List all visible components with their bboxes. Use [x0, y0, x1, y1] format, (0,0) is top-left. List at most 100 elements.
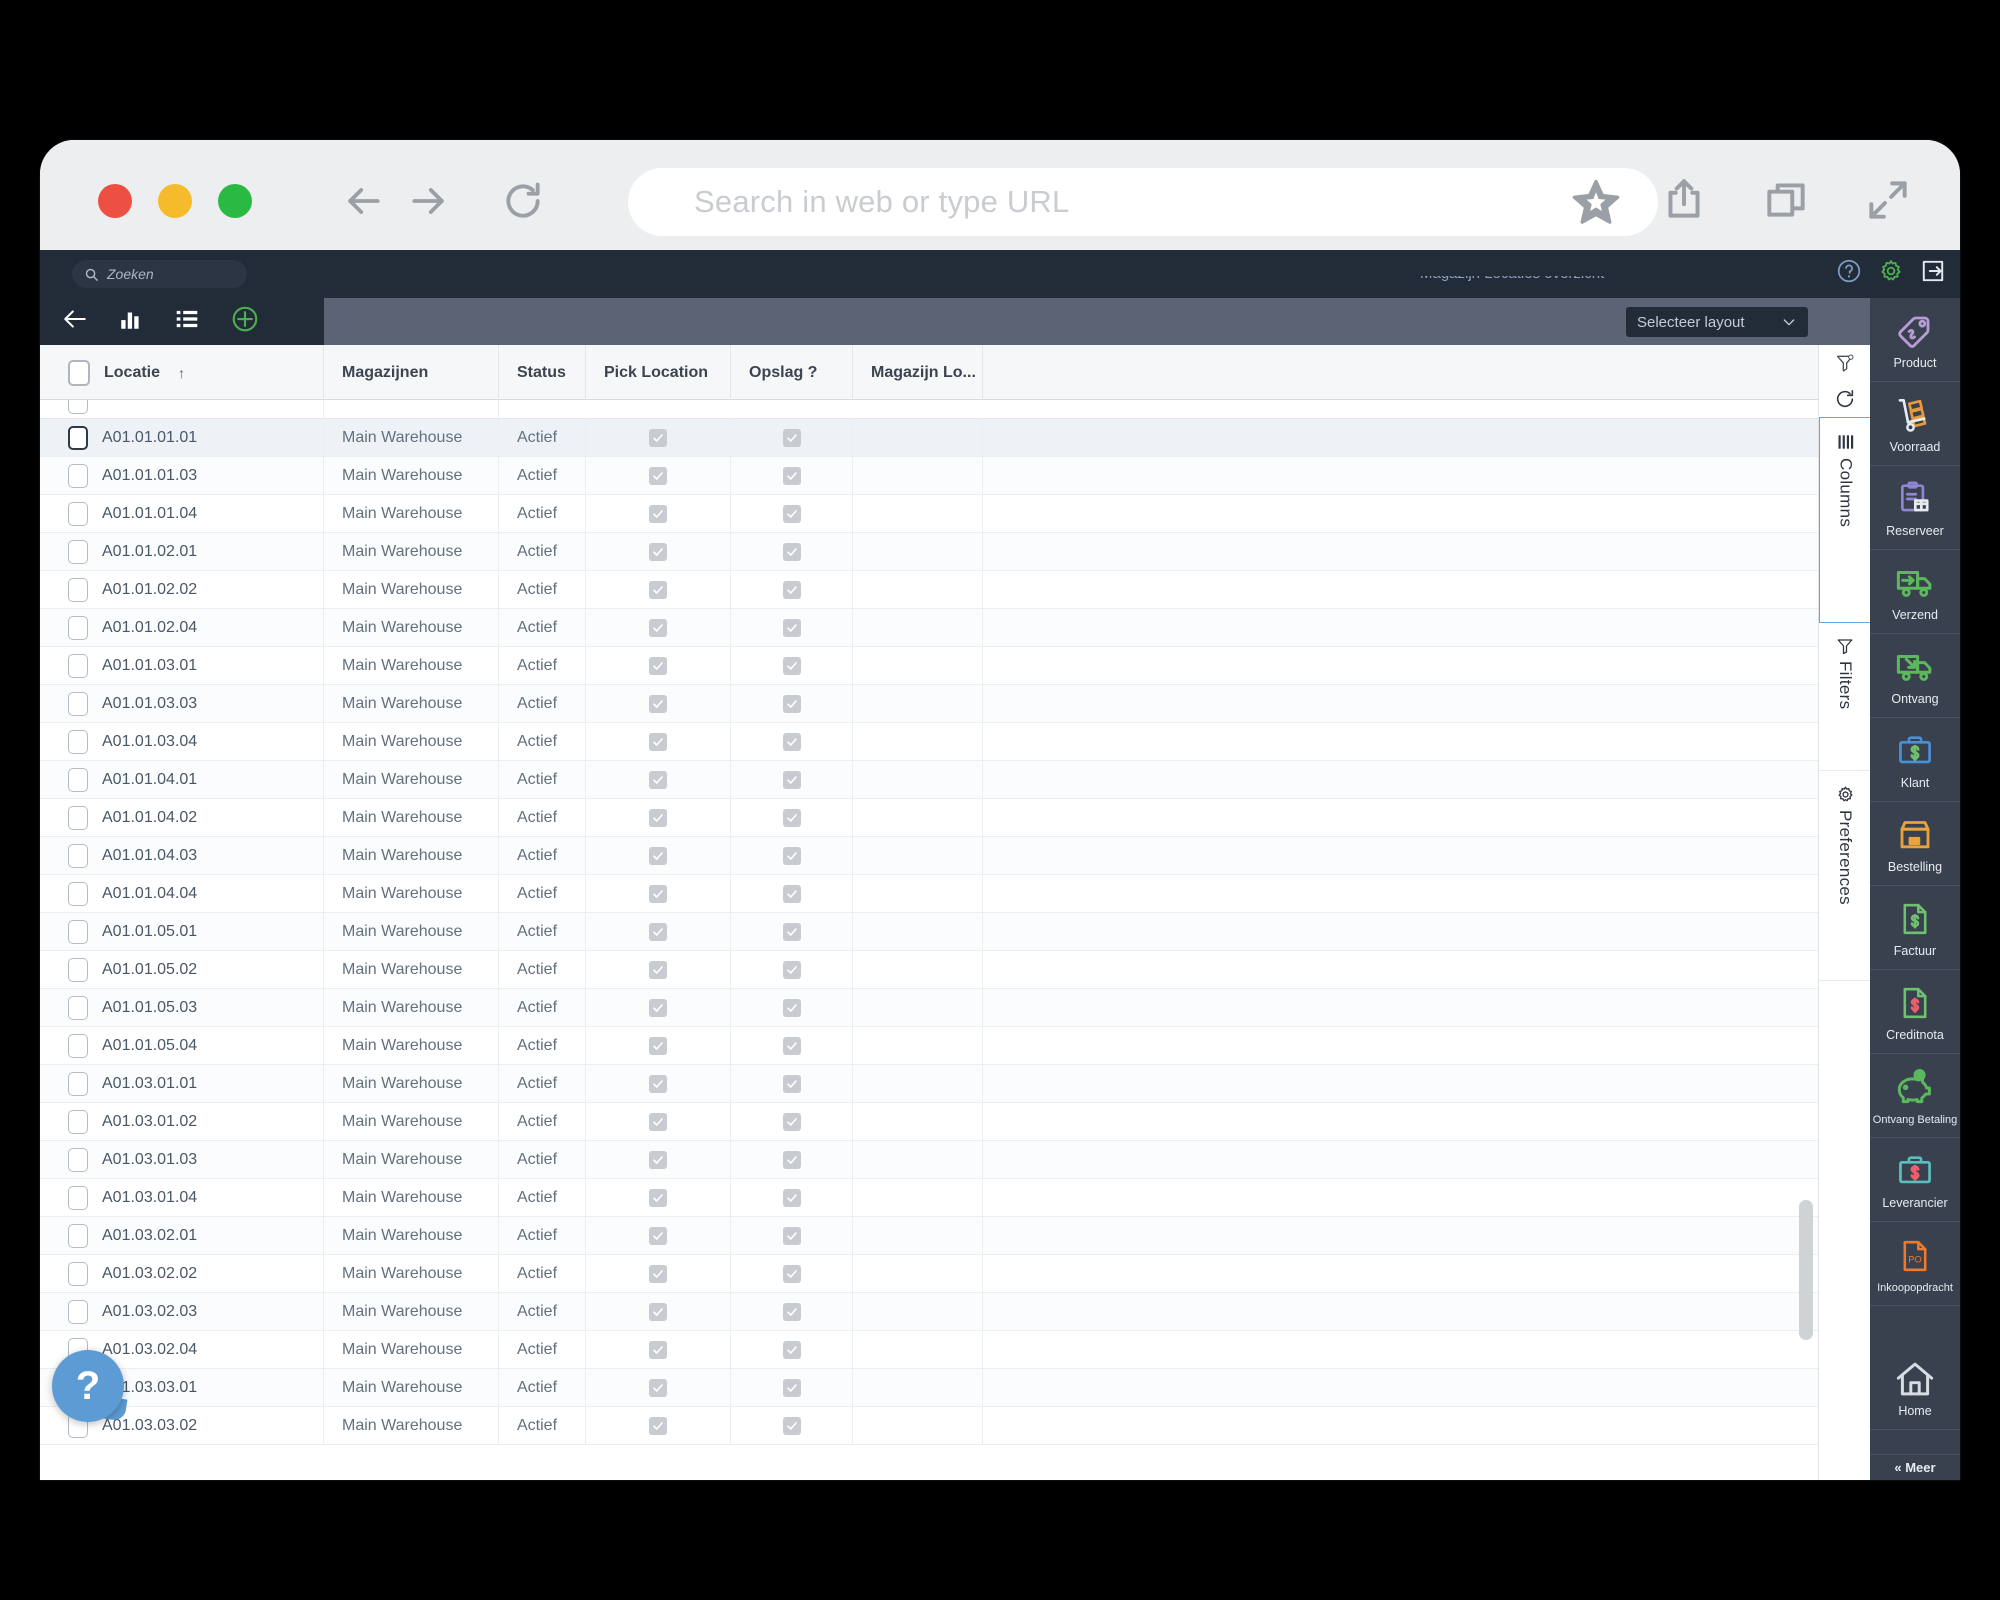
row-select-checkbox[interactable]: [68, 501, 88, 526]
toolbar-back-arrow-icon[interactable]: [62, 306, 88, 337]
sidebar-item-verzend[interactable]: Verzend: [1870, 550, 1960, 634]
layout-select[interactable]: Selecteer layout: [1626, 307, 1808, 337]
table-header-locatie[interactable]: Locatie ↑: [40, 345, 324, 400]
table-row[interactable]: A01.01.05.01 Main Warehouse Actief: [40, 912, 1870, 951]
table-row[interactable]: A01.03.02.03 Main Warehouse Actief: [40, 1292, 1870, 1331]
sidebar-item-home[interactable]: Home: [1870, 1346, 1960, 1430]
table-row[interactable]: A01.01.01.01 Main Warehouse Actief: [40, 418, 1870, 457]
table-row[interactable]: A01.01.04.01 Main Warehouse Actief: [40, 760, 1870, 799]
url-input[interactable]: Search in web or type URL: [628, 184, 1570, 220]
table-row[interactable]: A01.03.03.01 Main Warehouse Actief: [40, 1368, 1870, 1407]
table-row[interactable]: A01.03.01.02 Main Warehouse Actief: [40, 1102, 1870, 1141]
row-select-checkbox[interactable]: [68, 691, 88, 716]
row-select-checkbox[interactable]: [68, 1147, 88, 1172]
row-select-checkbox[interactable]: [68, 463, 88, 488]
question-circle-icon[interactable]: [1836, 258, 1862, 289]
minimize-window-button[interactable]: [158, 184, 192, 218]
maximize-window-button[interactable]: [218, 184, 252, 218]
table-header-magazijn-lo[interactable]: Magazijn Lo...: [853, 345, 983, 400]
table-row[interactable]: A01.03.02.01 Main Warehouse Actief: [40, 1216, 1870, 1255]
row-select-checkbox[interactable]: [68, 577, 88, 602]
app-search-input[interactable]: Zoeken: [107, 266, 154, 282]
table-row[interactable]: A01.01.01.03 Main Warehouse Actief: [40, 456, 1870, 495]
table-row[interactable]: A01.03.02.02 Main Warehouse Actief: [40, 1254, 1870, 1293]
row-select-checkbox[interactable]: [68, 1261, 88, 1286]
tab-preferences[interactable]: Preferences: [1819, 771, 1871, 981]
table-row[interactable]: A01.03.01.04 Main Warehouse Actief: [40, 1178, 1870, 1217]
share-icon[interactable]: [1658, 174, 1710, 226]
logout-icon[interactable]: [1920, 258, 1946, 289]
table-header-magazijnen[interactable]: Magazijnen: [324, 345, 499, 400]
row-select-checkbox[interactable]: [68, 1185, 88, 1210]
row-select-checkbox[interactable]: [68, 1033, 88, 1058]
table-row[interactable]: A01.01.03.03 Main Warehouse Actief: [40, 684, 1870, 723]
refresh-icon[interactable]: [1819, 381, 1871, 417]
table-row[interactable]: A01.01.03.01 Main Warehouse Actief: [40, 646, 1870, 685]
list-icon[interactable]: [174, 306, 200, 337]
table-row[interactable]: A01.01.05.03 Main Warehouse Actief: [40, 988, 1870, 1027]
row-select-checkbox[interactable]: [68, 919, 88, 944]
star-icon[interactable]: [1570, 176, 1658, 228]
table-row[interactable]: A01.01.04.04 Main Warehouse Actief: [40, 874, 1870, 913]
help-button[interactable]: ?: [52, 1350, 124, 1422]
row-select-checkbox[interactable]: [68, 1299, 88, 1324]
table-vertical-scrollbar[interactable]: [1799, 1200, 1813, 1340]
table-row[interactable]: A01.03.01.01 Main Warehouse Actief: [40, 1064, 1870, 1103]
row-select-checkbox[interactable]: [68, 1223, 88, 1248]
plus-circle-icon[interactable]: [230, 304, 260, 339]
row-select-checkbox[interactable]: [68, 539, 88, 564]
row-select-checkbox[interactable]: [68, 425, 88, 450]
table-header-pick-location[interactable]: Pick Location: [586, 345, 731, 400]
table-row[interactable]: A01.01.02.04 Main Warehouse Actief: [40, 608, 1870, 647]
forward-arrow-icon[interactable]: [406, 178, 452, 224]
sidebar-item-bestelling[interactable]: Bestelling: [1870, 802, 1960, 886]
table-row[interactable]: A01.01.05.04 Main Warehouse Actief: [40, 1026, 1870, 1065]
copy-tabs-icon[interactable]: [1760, 174, 1812, 226]
table-row[interactable]: A01.01.01.04 Main Warehouse Actief: [40, 494, 1870, 533]
table-row[interactable]: A01.01.05.02 Main Warehouse Actief: [40, 950, 1870, 989]
table-row[interactable]: A01.03.01.03 Main Warehouse Actief: [40, 1140, 1870, 1179]
expand-icon[interactable]: [1862, 174, 1914, 226]
sidebar-item-creditnota[interactable]: Creditnota: [1870, 970, 1960, 1054]
table-row[interactable]: A01.01.03.04 Main Warehouse Actief: [40, 722, 1870, 761]
table-header-status[interactable]: Status: [499, 345, 586, 400]
table-row[interactable]: A01.01.02.01 Main Warehouse Actief: [40, 532, 1870, 571]
row-select-checkbox[interactable]: [68, 1109, 88, 1134]
table-row[interactable]: A01.03.02.04 Main Warehouse Actief: [40, 1330, 1870, 1369]
sidebar-item-ontvang[interactable]: Ontvang: [1870, 634, 1960, 718]
url-bar[interactable]: Search in web or type URL: [628, 168, 1658, 236]
row-select-checkbox[interactable]: [68, 843, 88, 868]
gear-icon[interactable]: [1878, 258, 1904, 289]
table-row-clipped[interactable]: [40, 400, 1870, 419]
tab-filters[interactable]: Filters: [1819, 623, 1871, 771]
row-select-checkbox[interactable]: [68, 957, 88, 982]
sidebar-item-leverancier[interactable]: Leverancier: [1870, 1138, 1960, 1222]
back-arrow-icon[interactable]: [340, 178, 386, 224]
row-select-checkbox[interactable]: [68, 805, 88, 830]
tab-columns[interactable]: Columns: [1819, 417, 1871, 623]
select-all-checkbox[interactable]: [68, 359, 90, 386]
row-select-checkbox[interactable]: [68, 1071, 88, 1096]
row-select-checkbox[interactable]: [68, 881, 88, 906]
table-row[interactable]: A01.03.03.02 Main Warehouse Actief: [40, 1406, 1870, 1445]
sidebar-item-factuur[interactable]: Factuur: [1870, 886, 1960, 970]
table-row[interactable]: A01.01.04.03 Main Warehouse Actief: [40, 836, 1870, 875]
table-header-opslag[interactable]: Opslag ?: [731, 345, 853, 400]
row-select-checkbox[interactable]: [68, 653, 88, 678]
row-select-checkbox[interactable]: [68, 767, 88, 792]
sidebar-item-inkoopopdracht[interactable]: PO Inkoopopdracht: [1870, 1222, 1960, 1306]
sidebar-item-voorraad[interactable]: Voorraad: [1870, 382, 1960, 466]
row-select-checkbox[interactable]: [68, 995, 88, 1020]
reload-icon[interactable]: [500, 178, 546, 224]
sidebar-item-ontvang-betaling[interactable]: Ontvang Betaling: [1870, 1054, 1960, 1138]
sidebar-item-reserveer[interactable]: Reserveer: [1870, 466, 1960, 550]
app-search-box[interactable]: Zoeken: [72, 260, 247, 288]
filter-clear-icon[interactable]: [1819, 345, 1871, 381]
row-select-checkbox[interactable]: [68, 615, 88, 640]
sidebar-item-klant[interactable]: Klant: [1870, 718, 1960, 802]
sidebar-item-product[interactable]: Product: [1870, 298, 1960, 382]
bar-chart-icon[interactable]: [118, 306, 144, 337]
table-row[interactable]: A01.01.04.02 Main Warehouse Actief: [40, 798, 1870, 837]
sidebar-more-button[interactable]: « Meer: [1870, 1454, 1960, 1480]
row-select-checkbox[interactable]: [68, 729, 88, 754]
